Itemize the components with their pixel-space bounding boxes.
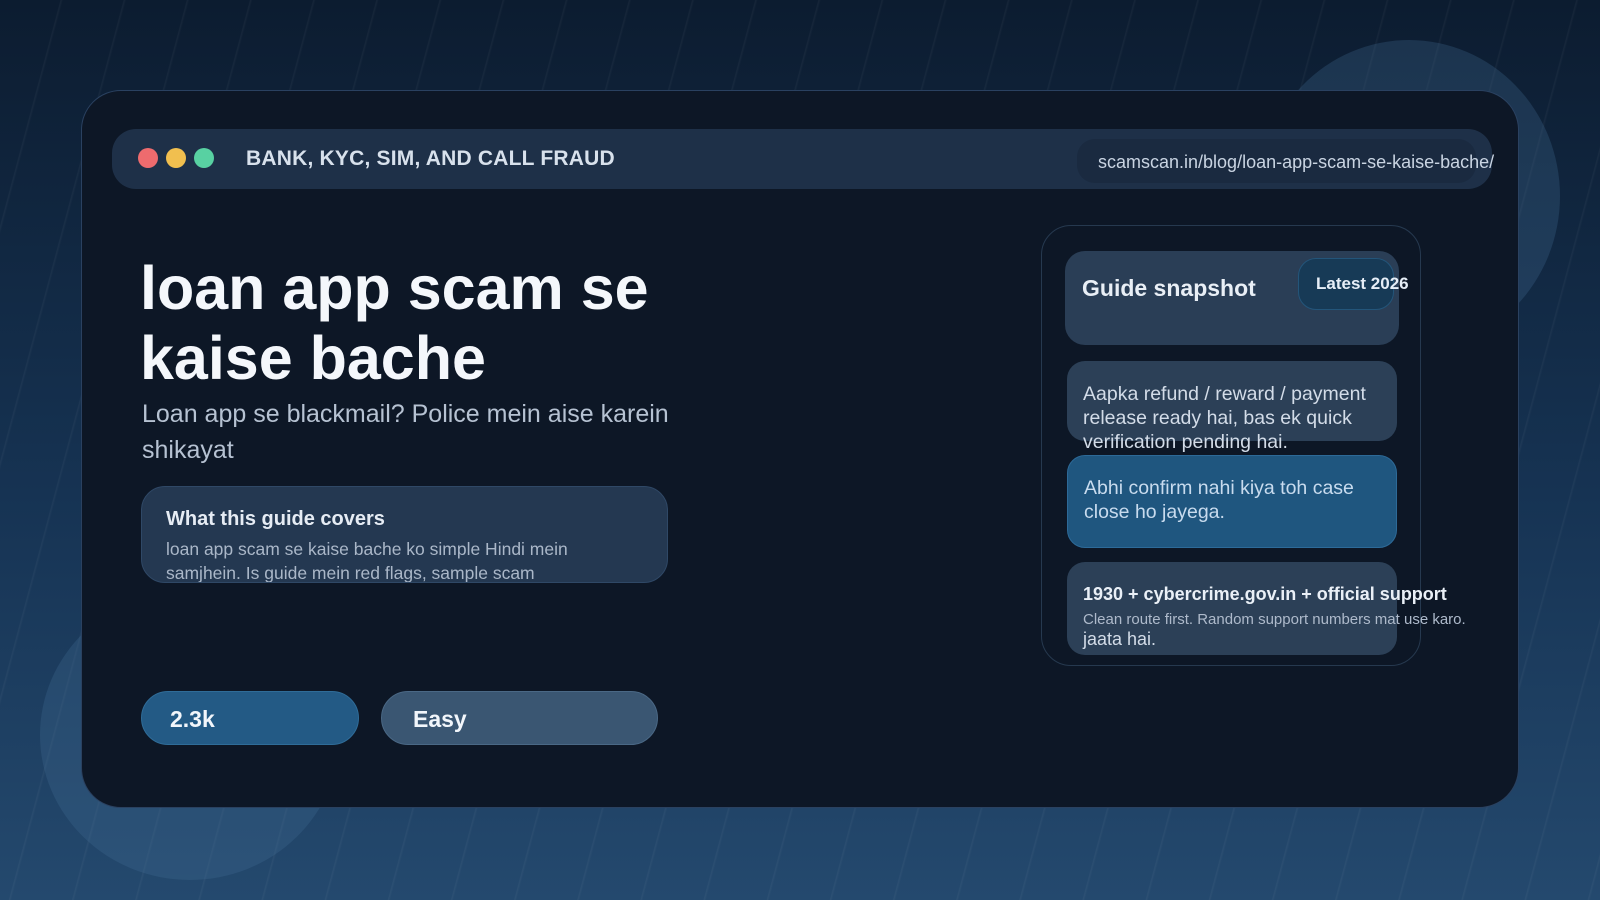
guide-snapshot-panel: Guide snapshot Latest 2026 Aapka refund …	[1041, 225, 1466, 666]
browser-window: BANK, KYC, SIM, AND CALL FRAUD scamscan.…	[81, 90, 1519, 808]
guide-covers-card: What this guide covers loan app scam se …	[141, 486, 668, 583]
minimize-window-dot[interactable]	[166, 148, 186, 168]
official-support-tail-text: jaata hai.	[1083, 629, 1157, 649]
latest-badge: Latest 2026	[1298, 258, 1409, 310]
views-count-pill: 2.3k	[141, 691, 359, 745]
urgency-message-card: Abhi confirm nahi kiya toh case close ho…	[1067, 455, 1397, 548]
maximize-window-dot[interactable]	[194, 148, 214, 168]
window-category-title: BANK, KYC, SIM, AND CALL FRAUD	[246, 147, 615, 170]
snapshot-title: Guide snapshot	[1082, 275, 1256, 301]
official-support-note: Clean route first. Random support number…	[1083, 611, 1466, 628]
difficulty-level-pill: Easy	[381, 691, 658, 745]
official-support-card: 1930 + cybercrime.gov.in + official supp…	[1067, 562, 1466, 655]
article-headline: loan app scam se kaise bache	[140, 254, 649, 392]
scam-message-card: Aapka refund / reward / payment release …	[1067, 361, 1397, 453]
article-subtitle: Loan app se blackmail? Police mein aise …	[142, 400, 669, 464]
official-support-title: 1930 + cybercrime.gov.in + official supp…	[1083, 584, 1447, 604]
guide-covers-text: loan app scam se kaise bache ko simple H…	[166, 539, 568, 583]
url-bar[interactable]: scamscan.in/blog/loan-app-scam-se-kaise-…	[1077, 139, 1494, 183]
window-titlebar: BANK, KYC, SIM, AND CALL FRAUD scamscan.…	[112, 129, 1494, 189]
close-window-dot[interactable]	[138, 148, 158, 168]
guide-covers-title: What this guide covers	[166, 508, 385, 530]
snapshot-header: Guide snapshot Latest 2026	[1065, 251, 1409, 345]
